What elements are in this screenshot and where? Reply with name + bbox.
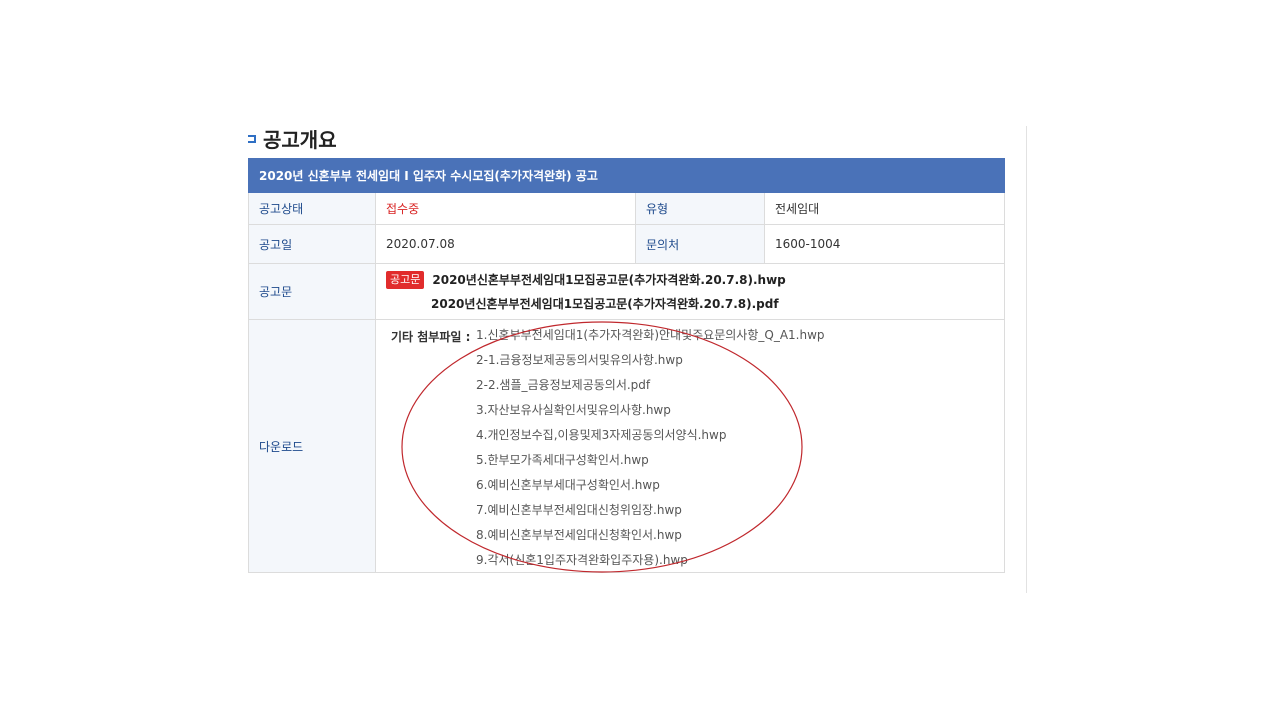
- attachment-link[interactable]: 2-2.샘플_금융정보제공동의서.pdf: [476, 378, 825, 403]
- date-row: 공고일 2020.07.08 문의처 1600-1004: [248, 224, 1005, 264]
- section-header: 공고개요: [248, 124, 337, 152]
- notice-summary-table: 2020년 신혼부부 전세임대 I 입주자 수시모집(추가자격완화) 공고 공고…: [248, 158, 1005, 573]
- notice-badge: 공고문: [386, 270, 425, 289]
- document-file-line: 공고문 2020년신혼부부전세임대1모집공고문(추가자격완화.20.7.8).h…: [386, 268, 994, 292]
- attachment-link[interactable]: 1.신혼부부전세임대1(추가자격완화)안내및주요문의사항_Q_A1.hwp: [476, 328, 825, 353]
- section-title: 공고개요: [263, 127, 337, 152]
- type-label: 유형: [635, 192, 765, 225]
- attachment-link[interactable]: 3.자산보유사실확인서및유의사항.hwp: [476, 403, 825, 428]
- date-label: 공고일: [248, 224, 376, 264]
- document-files: 공고문 2020년신혼부부전세임대1모집공고문(추가자격완화.20.7.8).h…: [375, 263, 1005, 320]
- document-label: 공고문: [248, 263, 376, 320]
- document-row: 공고문 공고문 2020년신혼부부전세임대1모집공고문(추가자격완화.20.7.…: [248, 263, 1005, 320]
- status-value: 접수중: [375, 192, 636, 225]
- download-row: 다운로드 기타 첨부파일 : 1.신혼부부전세임대1(추가자격완화)안내및주요문…: [248, 319, 1005, 573]
- attachment-list: 1.신혼부부전세임대1(추가자격완화)안내및주요문의사항_Q_A1.hwp 2-…: [476, 328, 825, 578]
- attachment-link[interactable]: 6.예비신혼부부세대구성확인서.hwp: [476, 478, 825, 503]
- document-pdf-link[interactable]: 2020년신혼부부전세임대1모집공고문(추가자격완화.20.7.8).pdf: [431, 295, 779, 312]
- section-bullet-icon: [248, 135, 256, 143]
- notice-title: 2020년 신혼부부 전세임대 I 입주자 수시모집(추가자격완화) 공고: [248, 158, 1005, 193]
- attachment-link[interactable]: 8.예비신혼부부전세임대신청확인서.hwp: [476, 528, 825, 553]
- attachment-link[interactable]: 9.각서(신혼1입주자격완화입주자용).hwp: [476, 553, 825, 578]
- download-label: 다운로드: [248, 319, 376, 573]
- attachment-link[interactable]: 4.개인정보수집,이용및제3자제공동의서양식.hwp: [476, 428, 825, 453]
- attachment-link[interactable]: 7.예비신혼부부전세임대신청위임장.hwp: [476, 503, 825, 528]
- attachment-link[interactable]: 2-1.금융정보제공동의서및유의사항.hwp: [476, 353, 825, 378]
- download-wrapper: 기타 첨부파일 : 1.신혼부부전세임대1(추가자격완화)안내및주요문의사항_Q…: [376, 320, 1004, 572]
- page: 공고개요 2020년 신혼부부 전세임대 I 입주자 수시모집(추가자격완화) …: [0, 0, 1280, 720]
- contact-value: 1600-1004: [764, 224, 1005, 264]
- download-files: 기타 첨부파일 : 1.신혼부부전세임대1(추가자격완화)안내및주요문의사항_Q…: [375, 319, 1005, 573]
- attachment-link[interactable]: 5.한부모가족세대구성확인서.hwp: [476, 453, 825, 478]
- document-file-line: 2020년신혼부부전세임대1모집공고문(추가자격완화.20.7.8).pdf: [386, 292, 994, 316]
- contact-label: 문의처: [635, 224, 765, 264]
- document-hwp-link[interactable]: 2020년신혼부부전세임대1모집공고문(추가자격완화.20.7.8).hwp: [432, 271, 785, 288]
- other-attachments-label: 기타 첨부파일 :: [391, 330, 471, 344]
- page-divider: [1026, 126, 1027, 593]
- status-label: 공고상태: [248, 192, 376, 225]
- date-value: 2020.07.08: [375, 224, 636, 264]
- status-row: 공고상태 접수중 유형 전세임대: [248, 192, 1005, 225]
- type-value: 전세임대: [764, 192, 1005, 225]
- notice-title-row: 2020년 신혼부부 전세임대 I 입주자 수시모집(추가자격완화) 공고: [248, 158, 1005, 193]
